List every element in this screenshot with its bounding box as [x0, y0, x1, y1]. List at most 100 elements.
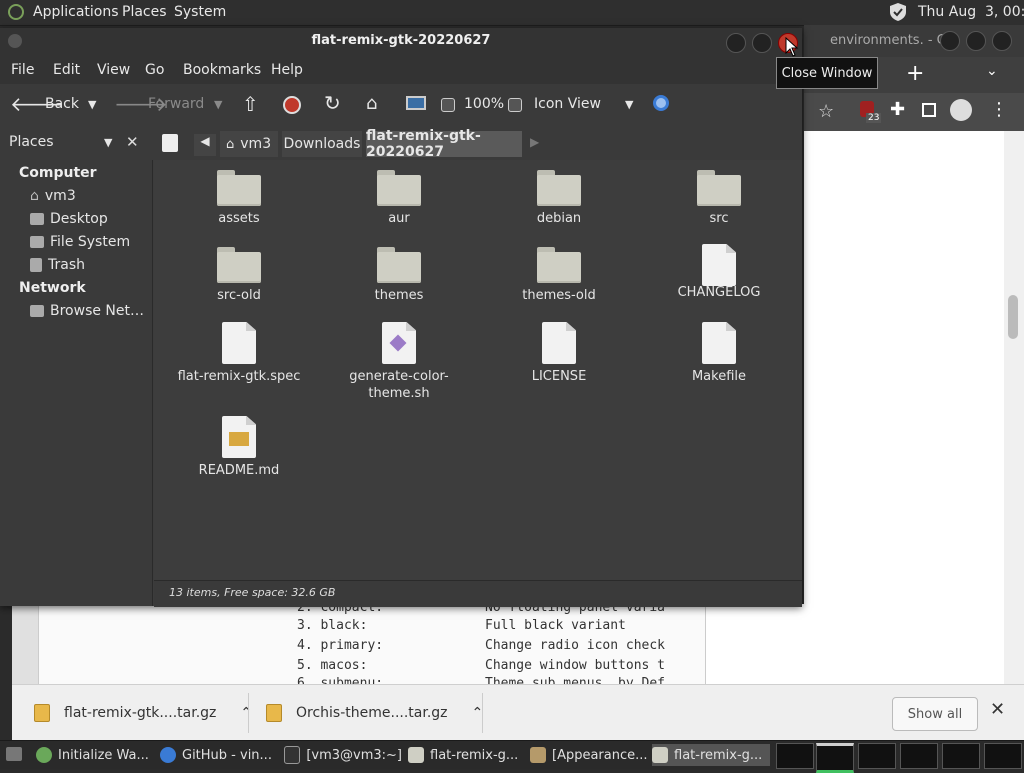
- shield-icon[interactable]: [888, 2, 908, 22]
- folder-item[interactable]: assets: [164, 170, 314, 227]
- edit-location-icon[interactable]: [162, 134, 178, 152]
- mouse-cursor-icon: [785, 37, 799, 57]
- folder-icon: [377, 247, 421, 283]
- sidebar-item-trash[interactable]: Trash: [30, 257, 85, 273]
- sidebar: Computer ⌂ vm3 Desktop File System Trash …: [0, 160, 153, 606]
- archive-file-icon: [266, 704, 282, 722]
- forward-button[interactable]: Forward: [148, 96, 204, 112]
- browser-maximize-button[interactable]: [966, 31, 986, 51]
- zoom-in-icon[interactable]: [508, 98, 522, 112]
- applications-menu[interactable]: Applications: [33, 4, 119, 20]
- reload-icon[interactable]: ↻: [324, 91, 346, 115]
- task-button[interactable]: GitHub - vin...: [160, 744, 278, 766]
- title-bar[interactable]: flat-remix-gtk-20220627: [0, 28, 802, 56]
- menu-bookmarks[interactable]: Bookmarks: [183, 62, 261, 78]
- sidepanel-icon[interactable]: [922, 103, 936, 117]
- folder-icon: [652, 747, 668, 763]
- scrollbar-thumb[interactable]: [1008, 295, 1018, 339]
- breadcrumb-downloads[interactable]: Downloads: [282, 131, 362, 157]
- puzzle-extensions-icon[interactable]: ✚: [890, 99, 905, 120]
- show-desktop-icon[interactable]: [6, 747, 22, 761]
- task-button-active[interactable]: flat-remix-g...: [652, 744, 770, 766]
- task-button[interactable]: Initialize Wa...: [36, 744, 154, 766]
- back-button[interactable]: Back: [45, 96, 79, 112]
- download-item[interactable]: flat-remix-gtk....tar.gz ⌃: [34, 698, 252, 728]
- maximize-button[interactable]: [752, 33, 772, 53]
- breadcrumb-right-icon[interactable]: ▶: [530, 135, 539, 149]
- file-item[interactable]: generate-color-theme.sh: [324, 322, 474, 402]
- back-arrow-icon[interactable]: 🡐: [10, 92, 64, 116]
- breadcrumb-current[interactable]: flat-remix-gtk-20220627: [366, 128, 522, 160]
- tab-list-chevron-icon[interactable]: ⌄: [986, 63, 998, 79]
- computer-icon[interactable]: [406, 96, 426, 110]
- workspace-3[interactable]: [858, 743, 896, 769]
- sidebar-item-browse-network[interactable]: Browse Net…: [30, 303, 144, 319]
- file-item[interactable]: Makefile: [644, 322, 794, 385]
- sidebar-heading-computer: Computer: [19, 165, 97, 181]
- file-item[interactable]: LICENSE: [484, 322, 634, 385]
- minimize-button[interactable]: [726, 33, 746, 53]
- folder-item[interactable]: aur: [324, 170, 474, 227]
- distro-logo-icon[interactable]: [8, 4, 24, 20]
- workspace-1[interactable]: [776, 743, 814, 769]
- folder-item[interactable]: themes-old: [484, 247, 634, 304]
- places-menu[interactable]: Places: [122, 4, 167, 20]
- system-menu[interactable]: System: [174, 4, 226, 20]
- browser-menu-icon[interactable]: ⋮: [990, 99, 1008, 120]
- sidebar-item-vm3[interactable]: ⌂ vm3: [30, 188, 76, 204]
- forward-arrow-icon[interactable]: 🡒: [114, 92, 168, 116]
- new-tab-icon[interactable]: +: [906, 61, 924, 86]
- clock[interactable]: Thu Aug 3, 00:03: [918, 4, 1024, 20]
- back-history-chevron-icon[interactable]: ▼: [88, 98, 96, 111]
- download-item[interactable]: Orchis-theme....tar.gz ⌃: [266, 698, 483, 728]
- menu-view[interactable]: View: [97, 62, 130, 78]
- file-item[interactable]: flat-remix-gtk.spec: [164, 322, 314, 385]
- task-button[interactable]: flat-remix-g...: [408, 744, 526, 766]
- view-mode-select[interactable]: Icon View: [534, 96, 601, 112]
- browser-close-button[interactable]: [992, 31, 1012, 51]
- zoom-level: 100%: [464, 96, 505, 112]
- sidebar-heading-network: Network: [19, 280, 86, 296]
- download-bar: flat-remix-gtk....tar.gz ⌃ Orchis-theme.…: [12, 684, 1024, 741]
- workspace-6[interactable]: [984, 743, 1022, 769]
- forward-history-chevron-icon[interactable]: ▼: [214, 98, 222, 111]
- search-icon[interactable]: [653, 95, 669, 111]
- zoom-out-icon[interactable]: [441, 98, 455, 112]
- sidebar-item-desktop[interactable]: Desktop: [30, 211, 108, 227]
- text-file-icon: [542, 322, 576, 364]
- browser-scrollbar[interactable]: [1004, 131, 1024, 685]
- file-item[interactable]: CHANGELOG: [644, 244, 794, 301]
- folder-item[interactable]: src: [644, 170, 794, 227]
- workspace-4[interactable]: [900, 743, 938, 769]
- folder-icon: [408, 747, 424, 763]
- stop-icon[interactable]: [283, 96, 301, 114]
- up-arrow-icon[interactable]: ⇧: [242, 92, 264, 116]
- close-sidebar-icon[interactable]: ✕: [126, 133, 139, 151]
- close-icon[interactable]: ✕: [990, 699, 1005, 720]
- places-selector[interactable]: Places ▼: [4, 132, 120, 154]
- task-button[interactable]: [vm3@vm3:~]: [284, 744, 402, 766]
- workspace-2[interactable]: [816, 743, 854, 773]
- view-mode-chevron-icon[interactable]: ▼: [625, 98, 633, 111]
- folder-item[interactable]: debian: [484, 170, 634, 227]
- file-item[interactable]: README.md: [164, 416, 314, 479]
- menu-file[interactable]: File: [11, 62, 34, 78]
- breadcrumb-home[interactable]: ⌂ vm3: [220, 131, 278, 157]
- code-line: Change radio icon check: [485, 638, 666, 653]
- folder-item[interactable]: themes: [324, 247, 474, 304]
- show-all-button[interactable]: Show all: [892, 697, 978, 731]
- chevron-up-icon[interactable]: ⌃: [240, 705, 252, 721]
- sidebar-item-file-system[interactable]: File System: [30, 234, 130, 250]
- download-filename: flat-remix-gtk....tar.gz: [64, 705, 217, 721]
- menu-go[interactable]: Go: [145, 62, 164, 78]
- task-button[interactable]: [Appearance...: [530, 744, 648, 766]
- menu-edit[interactable]: Edit: [53, 62, 80, 78]
- menu-help[interactable]: Help: [271, 62, 303, 78]
- folder-item[interactable]: src-old: [164, 247, 314, 304]
- home-icon[interactable]: ⌂: [366, 93, 388, 115]
- workspace-5[interactable]: [942, 743, 980, 769]
- breadcrumb-left-icon[interactable]: ◀: [194, 134, 216, 156]
- bookmark-star-icon[interactable]: ☆: [818, 101, 834, 122]
- browser-minimize-button[interactable]: [940, 31, 960, 51]
- profile-avatar-icon[interactable]: [950, 99, 972, 121]
